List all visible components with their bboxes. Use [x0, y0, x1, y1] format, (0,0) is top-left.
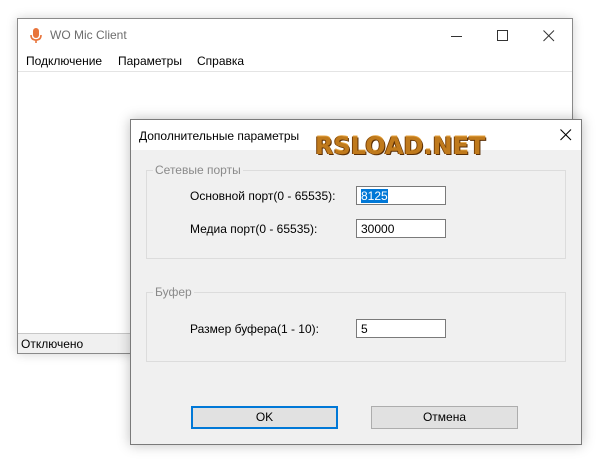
window-title: WO Mic Client	[50, 28, 127, 42]
media-port-value: 30000	[361, 222, 395, 236]
dialog-close-button[interactable]	[551, 120, 581, 150]
media-port-input[interactable]: 30000	[356, 219, 446, 238]
dialog-titlebar[interactable]: Дополнительные параметры RSLOAD.NET	[131, 120, 581, 160]
main-port-input[interactable]: 8125	[356, 186, 446, 205]
buffer-size-label: Размер буфера(1 - 10):	[190, 322, 319, 336]
dialog-title: Дополнительные параметры	[139, 129, 300, 143]
media-port-label: Медиа порт(0 - 65535):	[190, 222, 318, 236]
cancel-button[interactable]: Отмена	[371, 406, 518, 429]
main-titlebar[interactable]: WO Mic Client	[18, 19, 572, 51]
main-port-value: 8125	[361, 189, 388, 203]
buffer-size-value: 5	[361, 322, 368, 336]
buffer-size-input[interactable]: 5	[356, 319, 446, 338]
menu-connection[interactable]: Подключение	[26, 54, 102, 68]
minimize-icon	[451, 36, 462, 37]
network-ports-legend: Сетевые порты	[153, 163, 243, 177]
microphone-icon	[29, 28, 43, 44]
main-port-label: Основной порт(0 - 65535):	[190, 189, 336, 203]
close-icon	[543, 30, 555, 42]
maximize-button[interactable]	[480, 19, 526, 51]
buffer-group: Буфер Размер буфера(1 - 10): 5	[146, 285, 566, 362]
ok-button[interactable]: OK	[191, 406, 338, 429]
close-icon	[560, 129, 572, 141]
network-ports-group: Сетевые порты Основной порт(0 - 65535): …	[146, 163, 566, 259]
menu-bar: Подключение Параметры Справка	[18, 51, 572, 71]
menu-parameters[interactable]: Параметры	[118, 54, 182, 68]
minimize-button[interactable]	[434, 19, 480, 51]
maximize-icon	[497, 30, 508, 41]
close-button[interactable]	[526, 19, 572, 51]
menu-help[interactable]: Справка	[197, 54, 244, 68]
advanced-parameters-dialog: Дополнительные параметры RSLOAD.NET Сете…	[130, 119, 582, 445]
buffer-legend: Буфер	[153, 285, 194, 299]
desktop: WO Mic Client Подключение Параметры Спра…	[0, 0, 615, 462]
watermark: RSLOAD.NET	[315, 132, 486, 160]
connection-status: Отключено	[21, 337, 84, 351]
